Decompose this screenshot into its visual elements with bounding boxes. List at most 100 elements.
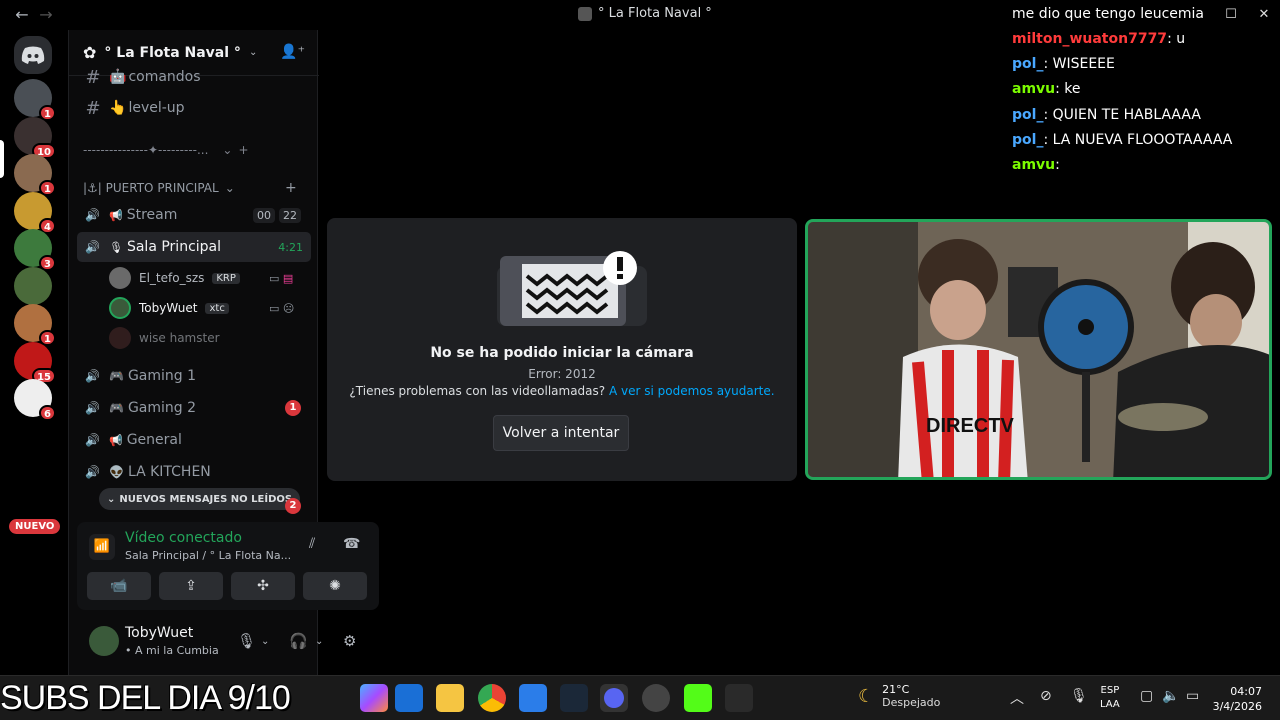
kick-icon[interactable]	[684, 684, 712, 712]
display-icon[interactable]: ▢	[1140, 688, 1153, 704]
soundboard-button[interactable]: ✺	[303, 572, 367, 600]
guild-name: ° La Flota Naval °	[104, 44, 241, 61]
microphone-icon[interactable]: 🎙	[237, 632, 256, 650]
noise-suppression-icon[interactable]: ⫽	[309, 536, 315, 552]
discord-icon	[21, 46, 45, 64]
server-badge: 6	[39, 405, 56, 421]
speaker-icon: 🔊	[85, 208, 100, 222]
chevron-down-icon[interactable]: ⌄	[315, 636, 323, 647]
voice-user-name: El_tefo_szs	[139, 271, 205, 285]
divider-category[interactable]: ---------------✦---------... ⌄ +	[83, 143, 249, 157]
steam-icon[interactable]	[560, 684, 588, 712]
new-badge[interactable]: NUEVO	[9, 519, 61, 534]
user-tag: KRP	[212, 272, 240, 284]
chat-text: : WISEEEE	[1043, 56, 1115, 72]
chevron-down-icon: ⌄	[222, 143, 233, 157]
store-icon[interactable]	[519, 684, 547, 712]
avatar[interactable]	[89, 626, 119, 656]
speaker-icon[interactable]: 🔈	[1162, 688, 1179, 704]
chevron-down-icon[interactable]: ⌄	[261, 636, 269, 647]
voice-status[interactable]: Vídeo conectado	[125, 530, 242, 546]
epic-games-icon[interactable]	[725, 684, 753, 712]
new-messages-label: NUEVOS MENSAJES NO LEÍDOS	[119, 493, 293, 505]
back-button[interactable]: ←	[12, 5, 32, 25]
network-icon[interactable]: ⊘	[1040, 688, 1052, 704]
channel-name: General	[126, 432, 182, 448]
weather-desc: Despejado	[882, 696, 941, 709]
channel-emoji: 📢	[109, 433, 123, 447]
signal-icon[interactable]: 📶	[89, 534, 115, 560]
file-explorer-icon[interactable]	[436, 684, 464, 712]
discord-home-button[interactable]	[14, 36, 52, 74]
chat-message: pol_: QUIEN TE HABLAAAA	[1012, 107, 1201, 123]
server-icon[interactable]: 1	[14, 154, 56, 196]
copilot-icon[interactable]	[360, 684, 388, 712]
stream-chat-overlay: me dio que tengo leucemia milton_wuaton77…	[1012, 0, 1280, 180]
user-limit: 22	[279, 207, 301, 223]
moon-icon: ☾	[858, 685, 875, 707]
disconnect-icon[interactable]: ☎	[343, 536, 360, 552]
headphones-icon[interactable]: 🎧	[289, 632, 308, 650]
voice-channel-la-kitchen[interactable]: 🔊 👽 LA KITCHEN	[77, 457, 311, 487]
server-icon[interactable]: 1	[14, 79, 56, 121]
lang-primary: ESP	[1100, 685, 1120, 696]
voice-channel-gaming-2[interactable]: 🔊 🎮 Gaming 2 1	[77, 393, 311, 423]
chat-username: pol_	[1012, 132, 1044, 148]
plus-icon[interactable]: +	[285, 180, 297, 196]
outlook-icon[interactable]	[395, 684, 423, 712]
voice-user[interactable]: TobyWuet xtc	[109, 296, 229, 320]
server-icon[interactable]: 6	[14, 379, 56, 421]
server-icon[interactable]: 3	[14, 229, 56, 271]
channel-comandos[interactable]: # 🤖 comandos	[77, 66, 311, 88]
server-icon[interactable]: 1	[14, 304, 56, 346]
channel-level-up[interactable]: # 👆 level-up	[77, 93, 311, 123]
channel-sidebar: ✿ ° La Flota Naval ° ⌄ 👤⁺ # 🤖 comandos #…	[68, 30, 379, 675]
chevron-up-icon[interactable]: ︿	[1010, 688, 1024, 708]
weather-widget[interactable]: ☾ 21°C Despejado	[858, 683, 940, 709]
retry-button[interactable]: Volver a intentar	[493, 415, 629, 451]
language-indicator[interactable]: ESP LAA	[1100, 684, 1120, 712]
add-user-icon[interactable]: 👤⁺	[280, 44, 305, 60]
server-icon[interactable]: 15	[14, 341, 56, 384]
mention-badge: 2	[285, 498, 301, 514]
chevron-down-icon: ⌄	[248, 47, 258, 58]
camera-button[interactable]: 📹	[87, 572, 151, 600]
channel-name: comandos	[128, 69, 201, 85]
microphone-icon[interactable]: 🎙	[1070, 688, 1088, 704]
voice-user[interactable]: wise hamster	[109, 326, 220, 350]
participant-video-tile[interactable]: DIRECTV	[805, 219, 1272, 480]
voice-channel-gaming-1[interactable]: 🔊 🎮 Gaming 1	[77, 361, 311, 391]
plus-icon[interactable]: +	[238, 143, 248, 157]
chat-message: amvu: ke	[1012, 81, 1081, 97]
chat-text: :	[1055, 157, 1060, 173]
category-puerto-principal[interactable]: |⚓| PUERTO PRINCIPAL ⌄ +	[83, 180, 297, 196]
voice-channel-sala-principal[interactable]: 🔊 🎙 Sala Principal 4:21	[77, 232, 311, 262]
channel-name: Gaming 1	[127, 368, 197, 384]
help-link[interactable]: A ver si podemos ayudarte.	[609, 384, 775, 398]
gear-icon[interactable]: ⚙	[343, 632, 356, 650]
camera-error-help: ¿Tienes problemas con las videollamadas?…	[327, 384, 797, 398]
voice-user-name: wise hamster	[139, 331, 220, 345]
voice-user[interactable]: El_tefo_szs KRP	[109, 266, 240, 290]
server-icon[interactable]: 10	[14, 116, 56, 159]
battery-icon[interactable]: ▭	[1186, 688, 1199, 704]
hash-icon: #	[85, 97, 101, 119]
new-messages-pill[interactable]: ⌄ NUEVOS MENSAJES NO LEÍDOS	[99, 488, 301, 510]
camera-error-tile: ✖ No se ha podido iniciar la cámara Erro…	[327, 218, 797, 481]
screen-share-button[interactable]: ⇪	[159, 572, 223, 600]
username[interactable]: TobyWuet	[125, 625, 193, 641]
discord-taskbar-icon[interactable]	[600, 684, 628, 712]
user-count: 00	[253, 207, 275, 223]
server-icon[interactable]	[14, 266, 52, 305]
clock[interactable]: 04:07 3/4/2026	[1210, 684, 1262, 714]
voice-channel-general[interactable]: 🔊 📢 General	[77, 425, 311, 455]
divider-text: ---------------✦---------...	[83, 143, 209, 157]
server-icon[interactable]: 4	[14, 191, 56, 234]
forward-button[interactable]: →	[36, 5, 56, 25]
obs-icon[interactable]	[642, 684, 670, 712]
voice-channel-stream[interactable]: 🔊 📢 Stream 00 22	[77, 200, 311, 230]
activities-button[interactable]: ✣	[231, 572, 295, 600]
chrome-icon[interactable]	[478, 684, 506, 712]
voice-location[interactable]: Sala Principal / ° La Flota Na...	[125, 549, 291, 562]
svg-text:DIRECTV: DIRECTV	[926, 415, 1014, 437]
